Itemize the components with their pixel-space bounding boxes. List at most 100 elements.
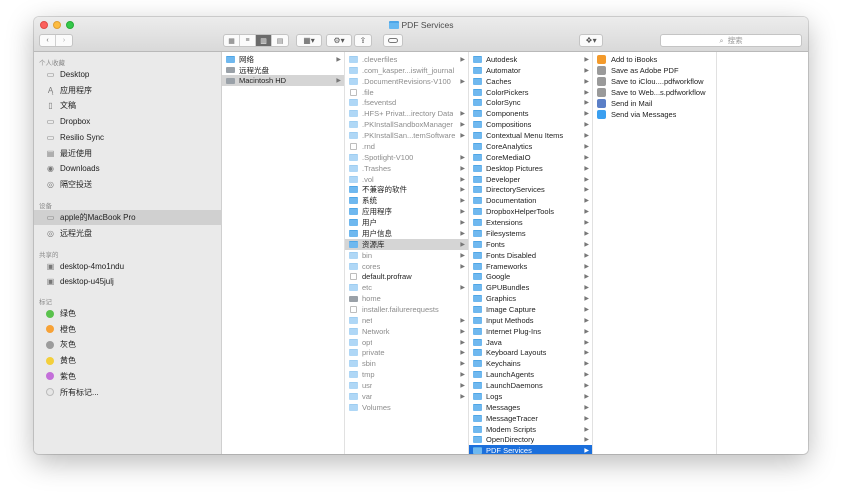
sidebar-item-resilio-sync[interactable]: ▭ Resilio Sync — [34, 130, 222, 145]
column-3-item[interactable]: Documentation ▶ — [469, 195, 592, 206]
sidebar-tag-item[interactable]: 黄色 — [34, 353, 222, 368]
sidebar-item-downloads[interactable]: ◉ Downloads — [34, 161, 222, 176]
column-2-item[interactable]: cores ▶ — [345, 261, 468, 272]
column-4-item[interactable]: Save as Adobe PDF — [593, 65, 716, 76]
column-3-item[interactable]: Messages ▶ — [469, 402, 592, 413]
column-4-item[interactable]: Save to Web...s.pdfworkflow — [593, 87, 716, 98]
column-3-item[interactable]: Google ▶ — [469, 271, 592, 282]
column-2-item[interactable]: 资源库 ▶ — [345, 238, 468, 250]
column-3-item[interactable]: ColorPickers ▶ — [469, 87, 592, 98]
column-2-item[interactable]: .Trashes ▶ — [345, 163, 468, 174]
column-1-item[interactable]: 网络 ▶ — [222, 54, 344, 65]
column-3-item[interactable]: CoreMediaIO ▶ — [469, 152, 592, 163]
column-3-item[interactable]: CoreAnalytics ▶ — [469, 141, 592, 152]
share-button[interactable]: ⇪ — [354, 34, 372, 47]
column-view-icon[interactable]: ▥ — [256, 35, 272, 46]
column-3-item[interactable]: Components ▶ — [469, 108, 592, 119]
column-2-item[interactable]: .fseventsd — [345, 97, 468, 108]
column-2-item[interactable]: private ▶ — [345, 347, 468, 358]
sidebar-item-remote-disc[interactable]: ◎ 远程光盘 — [34, 226, 222, 241]
chevron-left-icon[interactable]: ‹ — [40, 35, 56, 46]
column-3-item[interactable]: GPUBundles ▶ — [469, 282, 592, 293]
sidebar-tag-item[interactable]: 绿色 — [34, 306, 222, 321]
chevron-right-icon[interactable]: › — [56, 35, 72, 46]
column-2-item[interactable]: 不兼容的软件 ▶ — [345, 184, 468, 195]
column-3-item[interactable]: Developer ▶ — [469, 174, 592, 185]
action-button[interactable]: ⚙▾ — [326, 34, 352, 47]
sidebar-tag-item[interactable]: 紫色 — [34, 369, 222, 384]
column-2-item[interactable]: opt ▶ — [345, 337, 468, 348]
column-1-item[interactable]: Macintosh HD ▶ — [222, 75, 344, 87]
sidebar-item-airdrop[interactable]: ◎ 隔空投送 — [34, 177, 222, 192]
sidebar-item-applications[interactable]: Ą 应用程序 — [34, 83, 222, 98]
column-1-item[interactable]: 远程光盘 — [222, 65, 344, 76]
column-3-item[interactable]: PDF Services ▶ — [469, 445, 592, 454]
tag-button[interactable] — [383, 34, 403, 47]
column-3-item[interactable]: Keychains ▶ — [469, 358, 592, 369]
column-2-item[interactable]: .file — [345, 87, 468, 98]
column-2-item[interactable]: .com_kasper...iswift_journal — [345, 65, 468, 76]
sidebar-item-shared-1[interactable]: ▣ desktop-4mo1ndu — [34, 259, 222, 274]
sidebar-tag-item[interactable]: 灰色 — [34, 337, 222, 352]
column-3-item[interactable]: Automator ▶ — [469, 65, 592, 76]
column-2-item[interactable]: .rnd — [345, 141, 468, 152]
column-2-item[interactable]: var ▶ — [345, 391, 468, 402]
column-2-item[interactable]: bin ▶ — [345, 250, 468, 261]
column-3-item[interactable]: MessageTracer ▶ — [469, 413, 592, 424]
column-2-item[interactable]: Volumes — [345, 402, 468, 413]
column-2-item[interactable]: .PKInstallSandboxManager ▶ — [345, 119, 468, 130]
search-field[interactable]: ⌕ 搜索 — [660, 34, 802, 47]
column-3-item[interactable]: Frameworks ▶ — [469, 261, 592, 272]
column-2-item[interactable]: home — [345, 293, 468, 304]
column-3-item[interactable]: OpenDirectory ▶ — [469, 434, 592, 445]
column-2-item[interactable]: tmp ▶ — [345, 369, 468, 380]
column-3-item[interactable]: DirectoryServices ▶ — [469, 184, 592, 195]
column-2-item[interactable]: etc ▶ — [345, 282, 468, 293]
sidebar-item-macbook-pro[interactable]: ▭ apple的MacBook Pro — [34, 210, 222, 225]
column-3-item[interactable]: LaunchAgents ▶ — [469, 369, 592, 380]
sidebar-tag-item[interactable]: 所有标记... — [34, 385, 222, 400]
column-3-item[interactable]: Autodesk ▶ — [469, 54, 592, 65]
column-2-item[interactable]: Network ▶ — [345, 326, 468, 337]
column-2-item[interactable]: .cleverfiles ▶ — [345, 54, 468, 65]
sidebar-tag-item[interactable]: 橙色 — [34, 322, 222, 337]
sidebar-item-documents[interactable]: ▯ 文稿 — [34, 98, 222, 113]
column-3-item[interactable]: Desktop Pictures ▶ — [469, 163, 592, 174]
column-3-item[interactable]: Fonts Disabled ▶ — [469, 250, 592, 261]
column-2-item[interactable]: usr ▶ — [345, 380, 468, 391]
column-3-item[interactable]: DropboxHelperTools ▶ — [469, 206, 592, 217]
column-2-item[interactable]: default.profraw — [345, 271, 468, 282]
column-2-item[interactable]: 应用程序 ▶ — [345, 206, 468, 217]
column-3-item[interactable]: Keyboard Layouts ▶ — [469, 347, 592, 358]
column-3-item[interactable]: Compositions ▶ — [469, 119, 592, 130]
gallery-view-icon[interactable]: ▤ — [272, 35, 288, 46]
column-3-item[interactable]: ColorSync ▶ — [469, 97, 592, 108]
column-3-item[interactable]: Input Methods ▶ — [469, 315, 592, 326]
sidebar-item-dropbox[interactable]: ▭ Dropbox — [34, 114, 222, 129]
sidebar-item-desktop[interactable]: ▭ Desktop — [34, 67, 222, 82]
column-2-item[interactable]: .HFS+ Privat...irectory Data ▶ — [345, 108, 468, 119]
column-2-item[interactable]: net ▶ — [345, 315, 468, 326]
column-3-item[interactable]: Contextual Menu Items ▶ — [469, 130, 592, 141]
column-3-item[interactable]: Caches ▶ — [469, 76, 592, 87]
column-4-item[interactable]: Send in Mail — [593, 98, 716, 109]
column-2-item[interactable]: 用户信息 ▶ — [345, 228, 468, 239]
column-3-item[interactable]: Image Capture ▶ — [469, 304, 592, 315]
column-3-item[interactable]: Logs ▶ — [469, 391, 592, 402]
column-3-item[interactable]: Modem Scripts ▶ — [469, 424, 592, 435]
dropbox-button[interactable]: ❖▾ — [579, 34, 603, 47]
sidebar-item-recents[interactable]: ▤ 最近使用 — [34, 146, 222, 161]
column-3-item[interactable]: Internet Plug-Ins ▶ — [469, 326, 592, 337]
column-3-item[interactable]: Graphics ▶ — [469, 293, 592, 304]
column-2-item[interactable]: .PKInstallSan...temSoftware ▶ — [345, 130, 468, 141]
column-4-item[interactable]: Save to iClou....pdfworkflow — [593, 76, 716, 87]
column-4-item[interactable]: Send via Messages — [593, 109, 716, 120]
column-2-item[interactable]: sbin ▶ — [345, 358, 468, 369]
list-view-icon[interactable]: ≡ — [240, 35, 256, 46]
column-3-item[interactable]: LaunchDaemons ▶ — [469, 380, 592, 391]
grid-view-icon[interactable]: ▦ — [224, 35, 240, 46]
column-2-item[interactable]: 用户 ▶ — [345, 217, 468, 228]
column-3-item[interactable]: Filesystems ▶ — [469, 228, 592, 239]
column-2-item[interactable]: 系统 ▶ — [345, 195, 468, 206]
column-3-item[interactable]: Extensions ▶ — [469, 217, 592, 228]
